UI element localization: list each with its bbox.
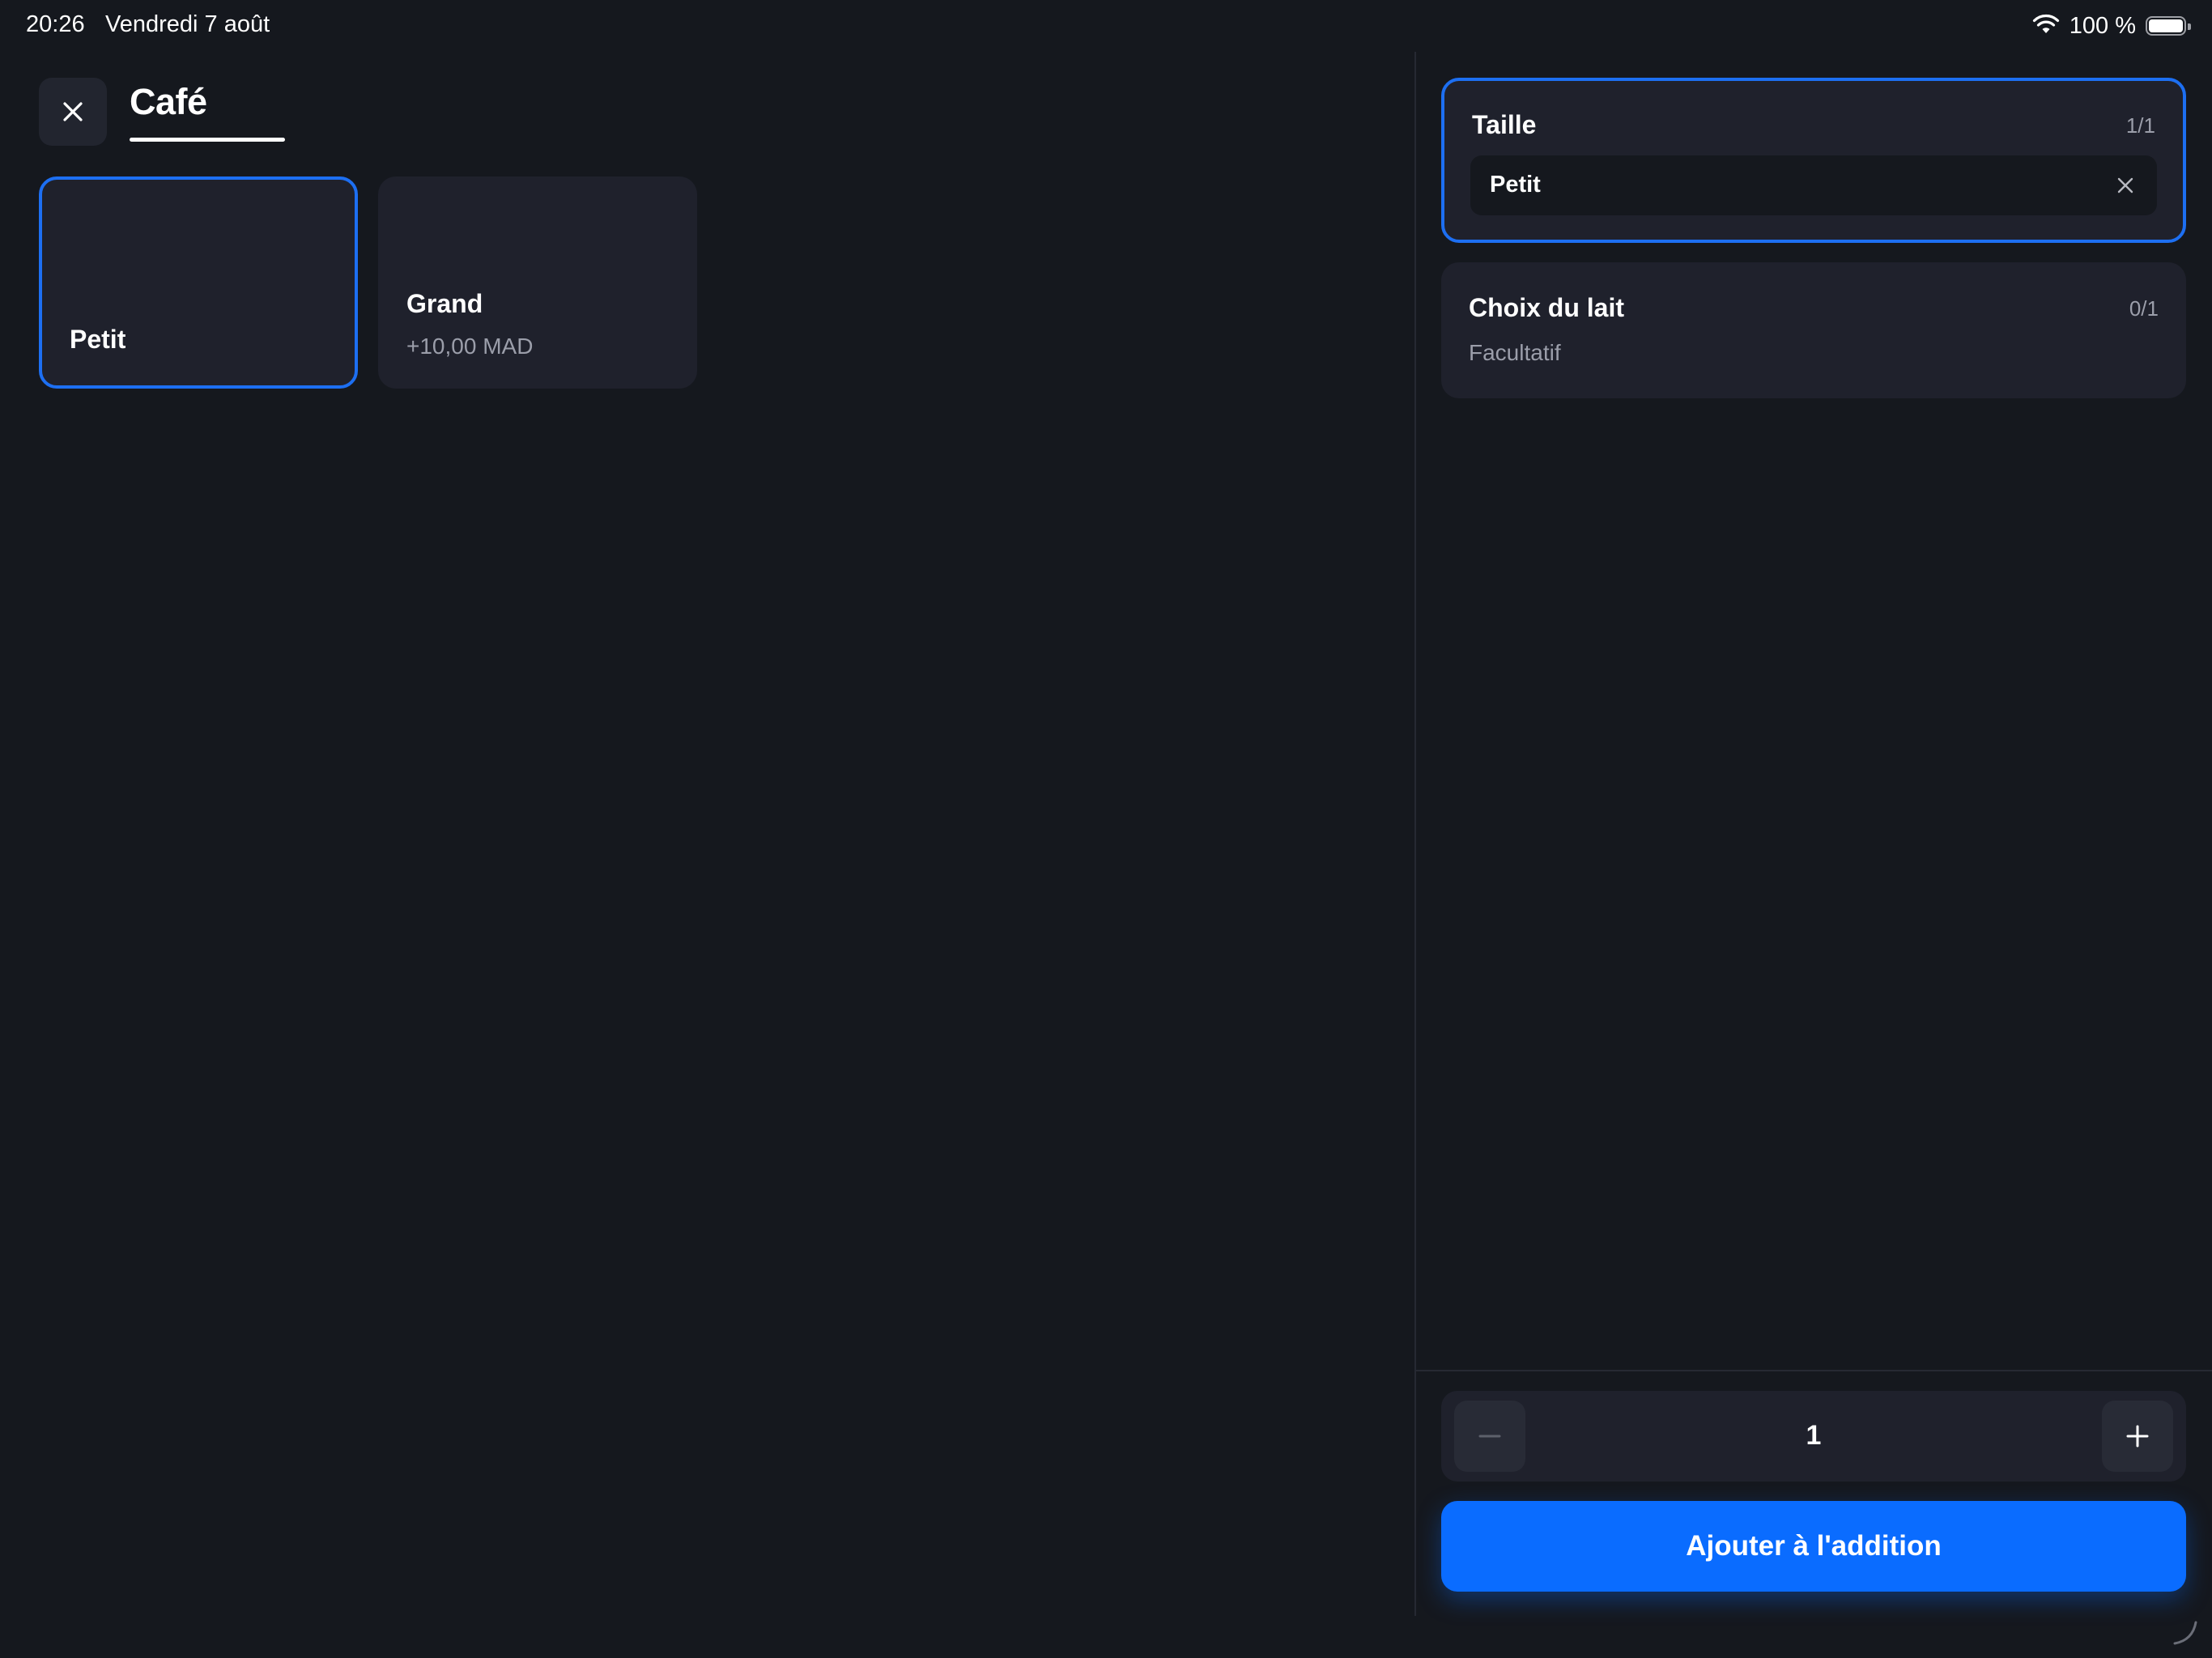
group-count: 1/1: [2125, 113, 2155, 138]
quantity-stepper: 1: [1441, 1391, 2186, 1482]
status-indicators: 100 %: [2032, 10, 2191, 42]
close-icon: [63, 102, 83, 121]
tab-category[interactable]: Café: [130, 81, 285, 142]
pane-divider: [1414, 52, 1416, 1616]
status-time: 20:26: [26, 11, 85, 37]
add-to-bill-button[interactable]: Ajouter à l'addition: [1441, 1501, 2186, 1592]
option-card-petit[interactable]: Petit: [39, 176, 358, 389]
footer-divider: [1416, 1370, 2212, 1371]
close-icon: [2117, 177, 2133, 193]
wifi-icon: [2032, 14, 2060, 39]
resize-handle-icon[interactable]: [2172, 1619, 2199, 1647]
battery-percentage: 100 %: [2069, 12, 2136, 39]
modifier-group-taille[interactable]: Taille 1/1 Petit: [1441, 78, 2186, 243]
plus-icon: [2126, 1425, 2149, 1448]
group-count: 0/1: [2129, 296, 2159, 321]
close-button[interactable]: [39, 78, 107, 146]
option-label: Petit: [70, 325, 126, 354]
remove-selection-button[interactable]: [2113, 173, 2138, 198]
option-price: +10,00 MAD: [406, 334, 534, 359]
quantity-value: 1: [1806, 1420, 1822, 1451]
option-label: Grand: [406, 289, 483, 318]
status-bar: 20:26 Vendredi 7 août 100 %: [0, 0, 2212, 52]
battery-icon: [2146, 16, 2191, 36]
options-pane: Café Petit Grand +10,00 MAD: [0, 52, 1414, 1658]
modifier-group-lait[interactable]: Choix du lait 0/1 Facultatif: [1441, 262, 2186, 398]
tab-underline: [130, 138, 285, 142]
increase-quantity-button[interactable]: [2102, 1401, 2173, 1472]
group-title: Choix du lait: [1469, 293, 1624, 322]
page-title: Café: [130, 81, 207, 122]
group-subtitle: Facultatif: [1469, 340, 1561, 365]
option-card-grand[interactable]: Grand +10,00 MAD: [378, 176, 697, 389]
chip-label: Petit: [1490, 172, 1541, 198]
group-title: Taille: [1472, 110, 1537, 139]
status-date: Vendredi 7 août: [105, 11, 270, 37]
selected-modifier-chip: Petit: [1470, 155, 2157, 215]
